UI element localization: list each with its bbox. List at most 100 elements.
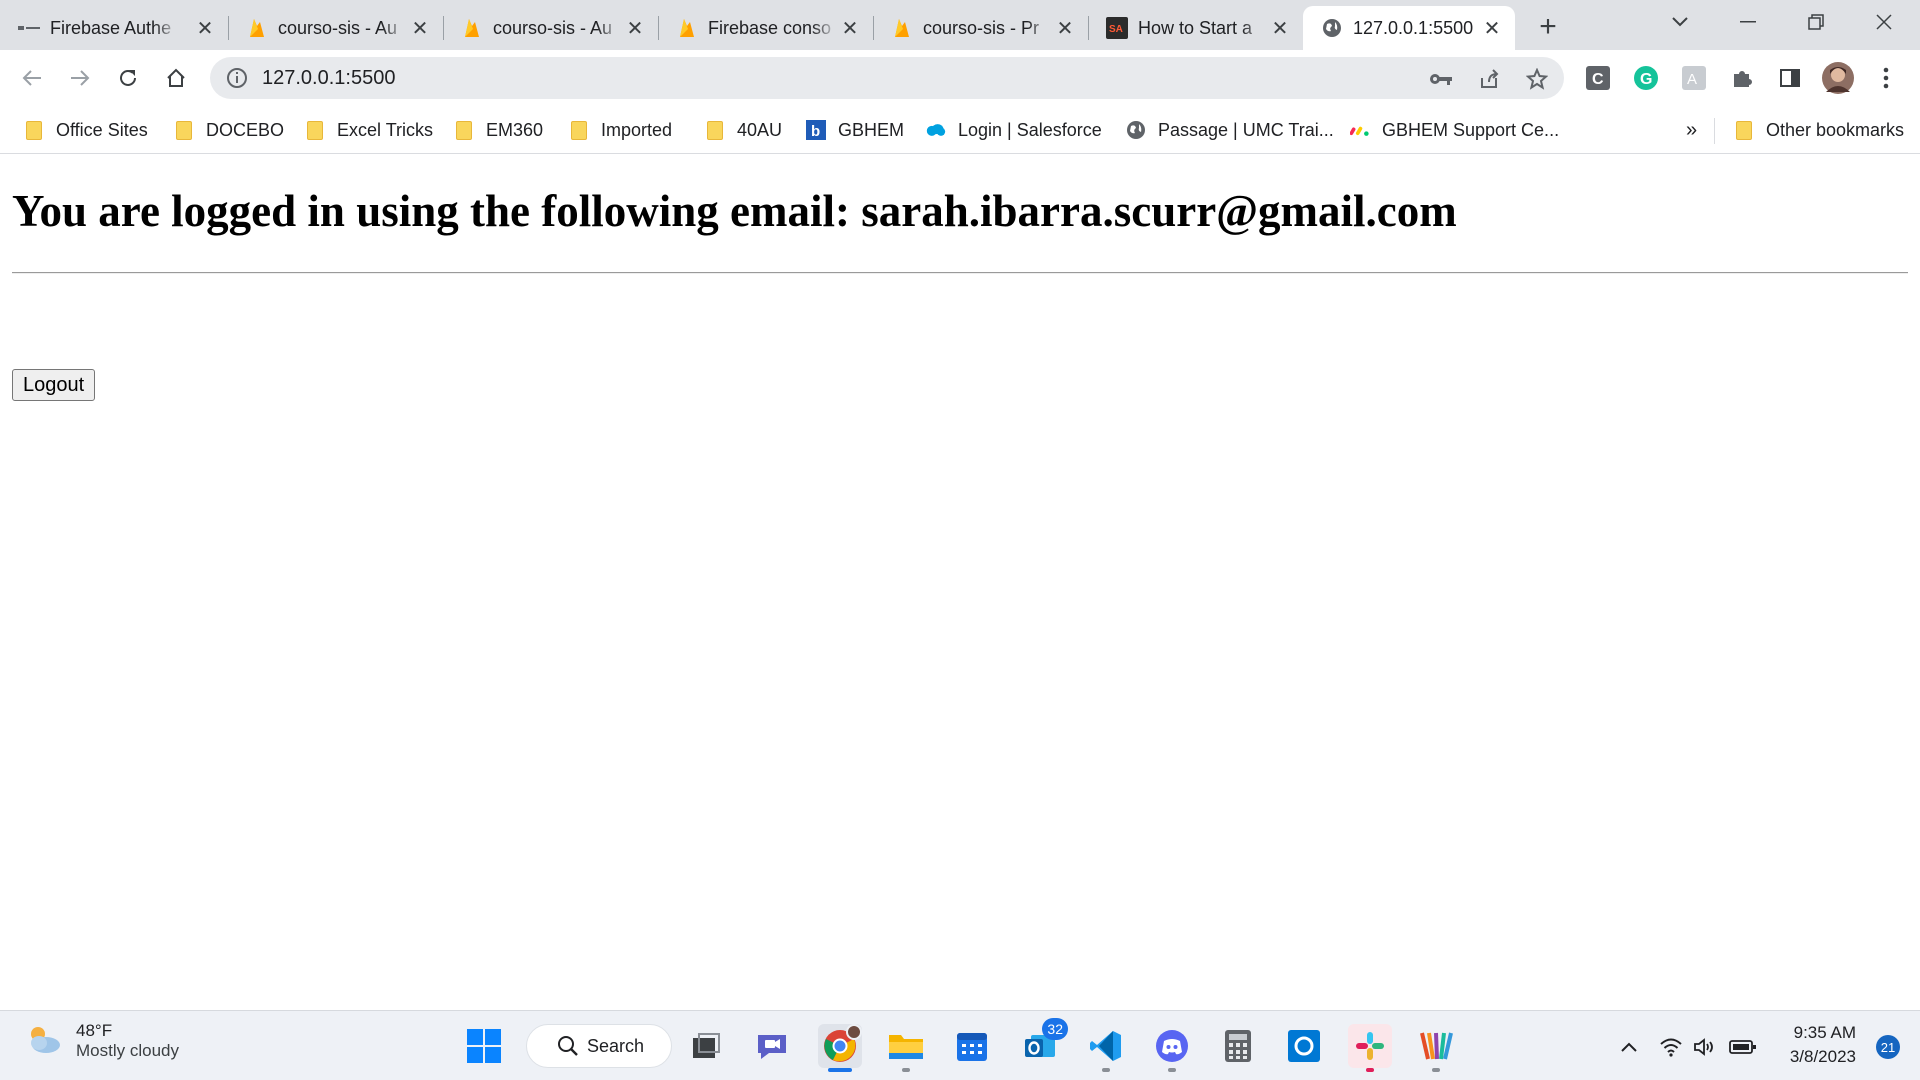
- profile-badge-icon: [846, 1024, 862, 1040]
- page-content: You are logged in using the following em…: [0, 155, 1920, 1010]
- bookmark-label: Login | Salesforce: [958, 119, 1102, 140]
- tab-localhost[interactable]: 127.0.0.1:5500 ✕: [1303, 6, 1515, 50]
- bookmark-label: GBHEM Support Ce...: [1382, 119, 1560, 140]
- wifi-icon[interactable]: [1656, 1033, 1686, 1061]
- bookmark-em360[interactable]: EM360: [454, 116, 543, 144]
- restore-icon[interactable]: [1786, 0, 1846, 44]
- tab-title: courso-sis - Pr: [923, 17, 1040, 38]
- tab-title: 127.0.0.1:5500: [1353, 17, 1474, 38]
- bookmark-label: 40AU: [737, 119, 783, 140]
- close-window-icon[interactable]: [1854, 0, 1914, 44]
- url-text[interactable]: 127.0.0.1:5500: [262, 67, 395, 90]
- minimize-icon[interactable]: [1718, 0, 1778, 44]
- tab-title: courso-sis - Au: [493, 17, 613, 38]
- running-indicator: [1432, 1068, 1440, 1072]
- folder-icon: [454, 120, 474, 140]
- firebase-flame-icon: [676, 17, 698, 39]
- firebase-flame-icon: [461, 17, 483, 39]
- discord-icon[interactable]: [1150, 1024, 1194, 1072]
- bookmark-star-icon[interactable]: [1524, 66, 1550, 92]
- chrome-taskbar-icon[interactable]: [818, 1024, 862, 1072]
- system-clock[interactable]: 9:35 AM 3/8/2023: [1790, 1021, 1856, 1069]
- close-tab-icon[interactable]: ✕: [1481, 17, 1503, 40]
- address-bar[interactable]: 127.0.0.1:5500: [210, 57, 1564, 99]
- close-tab-icon[interactable]: ✕: [194, 17, 216, 40]
- bookmark-docebo[interactable]: DOCEBO: [174, 116, 284, 144]
- tab-firebase-console[interactable]: Firebase conso ✕: [658, 6, 874, 50]
- tab-title: How to Start a: [1138, 17, 1253, 38]
- home-icon[interactable]: [158, 60, 194, 96]
- tab-firebase-auth[interactable]: Firebase Authe ✕: [0, 6, 229, 50]
- svg-text:A: A: [1687, 71, 1697, 88]
- close-tab-icon[interactable]: ✕: [1269, 17, 1291, 40]
- slack-icon[interactable]: [1348, 1024, 1392, 1072]
- svg-text:G: G: [1640, 71, 1652, 88]
- cloud-sun-icon: [24, 1023, 64, 1060]
- chrome-menu-icon[interactable]: [1870, 62, 1902, 94]
- weather-temp: 48°F: [76, 1021, 113, 1040]
- pycharm-stripes-icon[interactable]: [1414, 1024, 1458, 1072]
- tab-courso-sis-auth-1[interactable]: courso-sis - Au ✕: [228, 6, 444, 50]
- avatar[interactable]: [1822, 62, 1854, 94]
- salesforce-cloud-icon: [926, 120, 946, 140]
- close-tab-icon[interactable]: ✕: [839, 17, 861, 40]
- back-icon[interactable]: [14, 60, 50, 96]
- bookmark-gbhem[interactable]: b GBHEM: [806, 116, 904, 144]
- calculator-icon[interactable]: [1216, 1024, 1260, 1068]
- bookmark-40au[interactable]: 40AU: [705, 116, 782, 144]
- search-icon: [557, 1035, 579, 1062]
- grammarly-icon[interactable]: G: [1630, 62, 1662, 94]
- teams-chat-icon[interactable]: [750, 1024, 794, 1068]
- new-tab-button[interactable]: +: [1528, 9, 1568, 45]
- other-bookmarks[interactable]: Other bookmarks: [1734, 116, 1904, 144]
- weather-widget[interactable]: 48°F Mostly cloudy: [24, 1021, 179, 1061]
- bookmark-gbhem-support[interactable]: GBHEM Support Ce...: [1350, 116, 1559, 144]
- start-windows-icon[interactable]: [462, 1024, 506, 1068]
- cortana-icon[interactable]: [1282, 1024, 1326, 1068]
- bookmark-excel-tricks[interactable]: Excel Tricks: [305, 116, 433, 144]
- monday-logo-icon: [1350, 120, 1370, 140]
- forward-icon[interactable]: [62, 60, 98, 96]
- divider: [12, 272, 1908, 274]
- bookmark-salesforce[interactable]: Login | Salesforce: [926, 116, 1102, 144]
- bookmark-label: Imported: [601, 119, 673, 140]
- task-view-icon[interactable]: [684, 1024, 728, 1068]
- weather-desc: Mostly cloudy: [76, 1041, 179, 1060]
- share-icon[interactable]: [1476, 66, 1502, 92]
- outlook-unread-badge: 32: [1042, 1018, 1068, 1040]
- key-icon[interactable]: [1428, 66, 1454, 92]
- bookmark-imported[interactable]: Imported: [569, 116, 672, 144]
- volume-icon[interactable]: [1690, 1033, 1720, 1061]
- bookmark-office-sites[interactable]: Office Sites: [24, 116, 148, 144]
- chevron-up-icon[interactable]: [1614, 1033, 1644, 1061]
- browser-toolbar: 127.0.0.1:5500 C G A: [0, 50, 1920, 106]
- extension-c-icon[interactable]: C: [1582, 62, 1614, 94]
- folder-icon: [305, 120, 325, 140]
- outlook-icon[interactable]: 32: [1018, 1018, 1068, 1068]
- tab-courso-sis-project[interactable]: courso-sis - Pr ✕: [873, 6, 1089, 50]
- logout-button[interactable]: Logout: [12, 369, 96, 401]
- bookmark-passage[interactable]: Passage | UMC Trai...: [1126, 116, 1334, 144]
- bookmarks-bar: Office Sites DOCEBO Excel Tricks EM360 I…: [0, 106, 1920, 154]
- tab-search-icon[interactable]: [1650, 0, 1710, 44]
- running-indicator: [1366, 1068, 1374, 1072]
- taskbar-search[interactable]: Search: [526, 1024, 672, 1068]
- tab-how-to-start[interactable]: SA How to Start a ✕: [1088, 6, 1303, 50]
- battery-icon[interactable]: [1728, 1033, 1758, 1061]
- tab-courso-sis-auth-2[interactable]: courso-sis - Au ✕: [443, 6, 659, 50]
- site-info-icon[interactable]: [226, 67, 248, 94]
- folder-icon: [569, 120, 589, 140]
- reload-icon[interactable]: [110, 60, 146, 96]
- more-bookmarks-button[interactable]: »: [1686, 116, 1697, 144]
- extension-translate-icon[interactable]: A: [1678, 62, 1710, 94]
- puzzle-icon[interactable]: [1726, 62, 1758, 94]
- sa-logo-icon: SA: [1106, 17, 1128, 39]
- close-tab-icon[interactable]: ✕: [624, 17, 646, 40]
- close-tab-icon[interactable]: ✕: [409, 17, 431, 40]
- side-panel-icon[interactable]: [1774, 62, 1806, 94]
- calendar-icon[interactable]: [950, 1024, 994, 1068]
- file-explorer-icon[interactable]: [884, 1024, 928, 1072]
- close-tab-icon[interactable]: ✕: [1054, 17, 1076, 40]
- notification-count-badge[interactable]: 21: [1876, 1035, 1900, 1059]
- vscode-icon[interactable]: [1084, 1024, 1128, 1072]
